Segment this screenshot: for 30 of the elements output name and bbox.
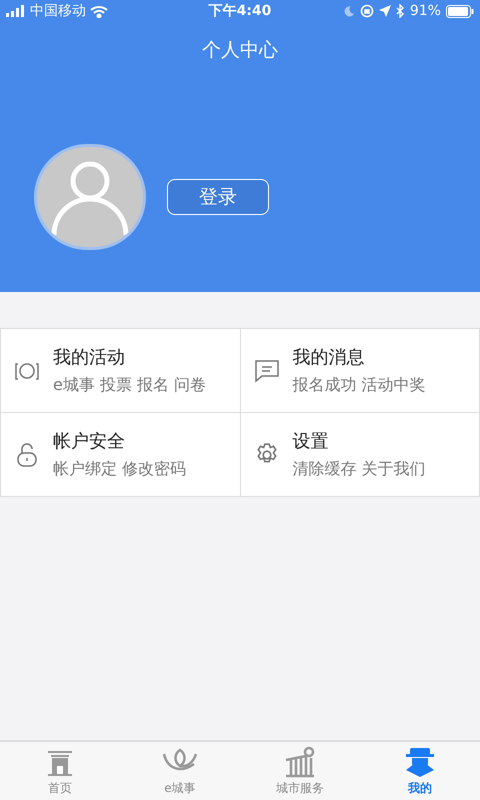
battery-icon	[446, 4, 474, 18]
menu-item[interactable]: 我的活动 e城事 投票 报名 问卷	[1, 329, 240, 412]
menu-subtitle: 帐户绑定 修改密码	[53, 460, 186, 476]
login-button[interactable]: 登录	[167, 179, 269, 215]
menu-item[interactable]: 设置 清除缓存 关于我们	[240, 413, 479, 496]
signal-icon	[6, 5, 26, 17]
status-time: 下午4:40	[208, 2, 272, 20]
menu-subtitle: 报名成功 活动中奖	[292, 376, 426, 392]
carrier-name: 中国移动	[30, 2, 86, 20]
rotation-lock-icon	[360, 4, 374, 18]
tab[interactable]: 城市服务	[240, 742, 360, 800]
page-title: 个人中心	[202, 38, 278, 63]
bluetooth-icon	[396, 4, 405, 18]
tab[interactable]: e城事	[120, 742, 240, 800]
menu-item[interactable]: 帐户安全 帐户绑定 修改密码	[1, 413, 240, 496]
wifi-icon	[90, 4, 108, 18]
message-icon	[254, 358, 280, 382]
menu-item[interactable]: 我的消息 报名成功 活动中奖	[240, 329, 479, 412]
location-icon	[378, 5, 391, 17]
menu-title: 我的活动	[53, 348, 126, 366]
menu-title: 我的消息	[292, 348, 366, 366]
menu-title: 帐户安全	[53, 432, 126, 450]
lock-icon	[16, 442, 38, 468]
menu-subtitle: e城事 投票 报名 问卷	[53, 376, 206, 392]
tab[interactable]: 首页	[0, 742, 120, 800]
tab[interactable]: 我的	[360, 742, 480, 800]
battery-percent: 91%	[410, 2, 441, 20]
menu-subtitle: 清除缓存 关于我们	[292, 460, 426, 476]
moon-icon	[344, 5, 355, 17]
menu-title: 设置	[292, 432, 330, 450]
